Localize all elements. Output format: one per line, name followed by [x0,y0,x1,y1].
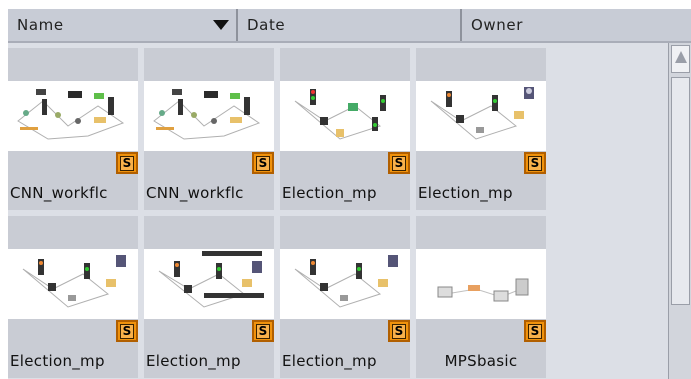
file-name: MPSbasic [444,352,518,370]
column-header-name[interactable]: Name [8,9,238,41]
file-tile[interactable]: S Election_mp [280,48,410,210]
file-name: Election_mp [146,352,241,370]
column-header-name-label: Name [17,16,64,34]
file-tile[interactable]: S Election_mp [8,216,138,378]
file-name: Election_mp [10,352,105,370]
sort-descending-icon[interactable] [213,20,229,30]
file-thumbnail [416,249,546,319]
scenario-badge-icon: S [388,152,410,174]
file-thumbnail [416,81,546,151]
file-tile[interactable]: S Election_mp [280,216,410,378]
file-name: Election_mp [282,184,377,202]
vertical-scrollbar[interactable] [668,43,691,379]
file-grid: S CNN_workflc S CNN_workflc S Election_m… [8,43,668,379]
file-name: CNN_workflc [146,184,244,202]
file-thumbnail [8,249,138,319]
column-header-date[interactable]: Date [238,9,462,41]
column-header-owner[interactable]: Owner [462,9,691,41]
file-tile[interactable]: S Election_mp [416,48,546,210]
column-header-date-label: Date [247,16,286,34]
scenario-badge-icon: S [252,152,274,174]
scenario-badge-icon: S [524,320,546,342]
file-tile[interactable]: S MPSbasic [416,216,546,378]
scenario-badge-icon: S [388,320,410,342]
arrow-up-icon [675,51,687,63]
file-thumbnail [280,81,410,151]
scenario-badge-icon: S [252,320,274,342]
file-name: CNN_workflc [10,184,108,202]
file-thumbnail [144,249,274,319]
file-tile[interactable]: S CNN_workflc [144,48,274,210]
scroll-up-button[interactable] [671,45,690,73]
scenario-badge-icon: S [524,152,546,174]
scrollbar-thumb[interactable] [671,77,690,305]
file-tile[interactable]: S Election_mp [144,216,274,378]
scenario-badge-icon: S [116,152,138,174]
file-name: Election_mp [282,352,377,370]
file-tile[interactable]: S CNN_workflc [8,48,138,210]
file-thumbnail [280,249,410,319]
file-thumbnail [144,81,274,151]
scenario-badge-icon: S [116,320,138,342]
file-name: Election_mp [418,184,513,202]
column-header-bar: Name Date Owner [8,9,691,43]
column-header-owner-label: Owner [471,16,523,34]
file-thumbnail [8,81,138,151]
